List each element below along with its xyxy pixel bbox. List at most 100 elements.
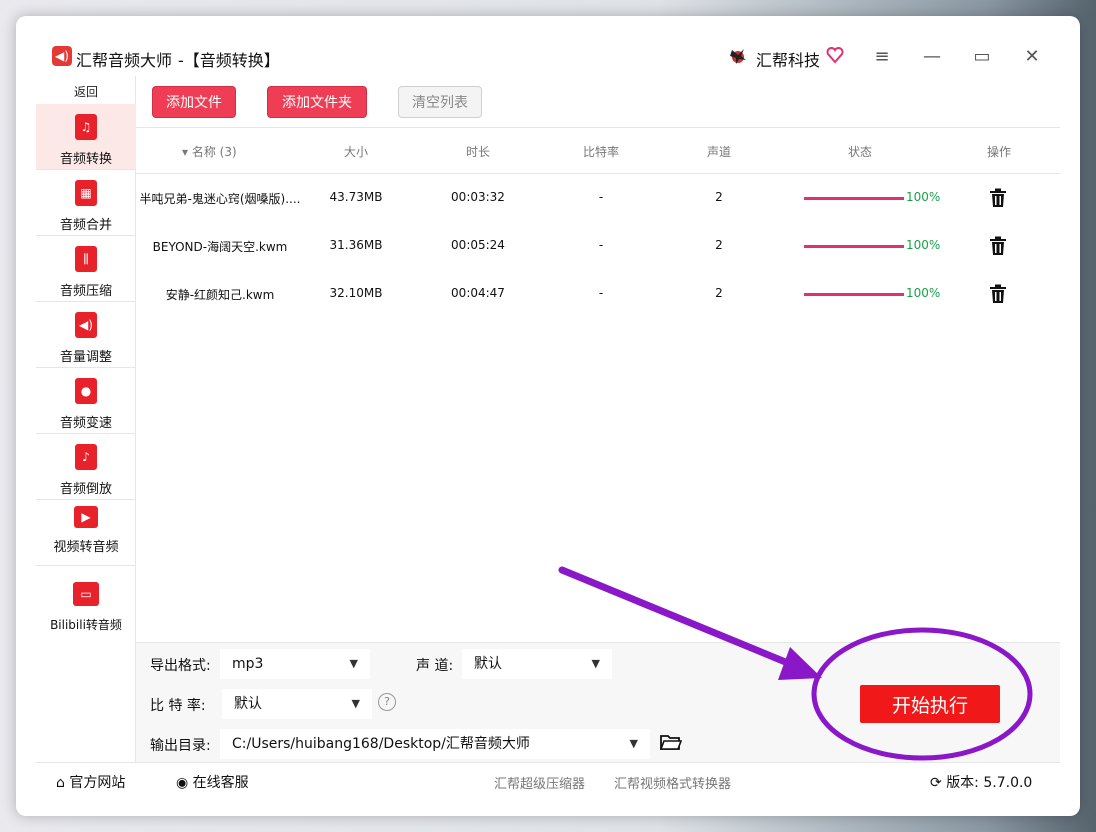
output-dir-select[interactable]: C:/Users/huibang168/Desktop/汇帮音频大师 ▼ — [220, 729, 650, 759]
sort-caret-icon: ▾ — [182, 145, 189, 159]
video-converter-link[interactable]: 汇帮视频格式转换器 — [614, 773, 731, 792]
user-icon: ◉ — [176, 775, 189, 791]
progress-text: 100% — [906, 238, 941, 252]
bitrate-select[interactable]: 默认 ▼ — [222, 689, 372, 719]
sidebar-item-label: 视频转音频 — [53, 540, 119, 555]
film-icon: ▶ — [74, 506, 98, 528]
minimize-button[interactable]: — — [920, 44, 944, 68]
sidebar-item-label: 音频合并 — [59, 218, 112, 233]
bitrate-value: 默认 — [234, 696, 262, 712]
table-row[interactable]: BEYOND-海阔天空.kwm 31.36MB 00:05:24 - 2 100… — [136, 222, 1060, 270]
progress-fill — [804, 293, 904, 296]
sidebar-item-label: 音频转换 — [59, 152, 112, 167]
file-duration: 00:04:47 — [451, 286, 505, 300]
website-link[interactable]: ⌂ 官方网站 — [56, 772, 125, 792]
progress-fill — [804, 245, 904, 248]
progress-fill — [804, 197, 904, 200]
close-button[interactable]: ✕ — [1020, 44, 1044, 68]
sidebar: 返回 ♫ 音频转换 ▦ 音频合并 ⫼ 音频压缩 ◀) 音量调整 ● 音频变速 ♪… — [36, 76, 136, 762]
table-row[interactable]: 半吨兄弟-鬼迷心窍(烟嗓版).... 43.73MB 00:03:32 - 2 … — [136, 174, 1060, 222]
file-duration: 00:03:32 — [451, 190, 505, 204]
help-icon[interactable]: ? — [378, 693, 396, 711]
page-subtitle: -【音频转换】 — [178, 51, 280, 70]
output-settings: 导出格式: mp3 ▼ 声 道: 默认 ▼ 比 特 率: 默认 ▼ ? 输出目录… — [136, 642, 1060, 762]
maximize-button[interactable]: ▭ — [970, 44, 994, 68]
sidebar-item-label: 音量调整 — [59, 350, 112, 365]
column-name-label: 名称 (3) — [191, 145, 237, 159]
trash-icon[interactable] — [989, 236, 1007, 256]
chevron-down-icon: ▼ — [591, 657, 600, 670]
format-select[interactable]: mp3 ▼ — [220, 649, 370, 679]
sidebar-item-audio-merge[interactable]: ▦ 音频合并 — [36, 170, 136, 236]
brand-logo-icon — [730, 49, 746, 64]
file-name: BEYOND-海阔天空.kwm — [152, 240, 288, 254]
refresh-icon: ⟳ — [930, 775, 942, 791]
folder-icon[interactable] — [660, 733, 682, 751]
sidebar-item-audio-convert[interactable]: ♫ 音频转换 — [36, 104, 136, 170]
back-link[interactable]: 返回 — [36, 80, 136, 104]
vip-heart-icon[interactable] — [826, 46, 844, 64]
title-bar: ◀) 汇帮音频大师 -【音频转换】 汇帮科技 ≡ — ▭ ✕ — [16, 16, 1080, 76]
column-actions: 操作 — [986, 145, 1011, 159]
microphone-icon: ● — [75, 378, 97, 404]
channel-label: 声 道: — [416, 658, 454, 674]
audio-convert-icon: ♫ — [75, 114, 97, 140]
trash-icon[interactable] — [989, 284, 1007, 304]
compressor-link[interactable]: 汇帮超级压缩器 — [494, 773, 585, 792]
support-link[interactable]: ◉ 在线客服 — [176, 772, 249, 792]
chevron-down-icon: ▼ — [349, 657, 358, 670]
sidebar-item-label: 音频变速 — [59, 416, 112, 431]
table-header: ▾ 名称 (3) 大小 时长 比特率 声道 状态 操作 — [136, 128, 1060, 174]
home-icon: ⌂ — [56, 775, 65, 791]
progress-text: 100% — [906, 190, 941, 204]
progress-text: 100% — [906, 286, 941, 300]
sidebar-item-bilibili[interactable]: ▭ Bilibili转音频 — [36, 566, 136, 646]
music-note-icon: ♪ — [75, 444, 97, 470]
sidebar-item-label: 音频压缩 — [59, 284, 112, 299]
sidebar-item-video-to-audio[interactable]: ▶ 视频转音频 — [36, 500, 136, 566]
bitrate-label: 比 特 率: — [150, 698, 206, 714]
output-dir-label: 输出目录: — [150, 738, 211, 754]
file-duration: 00:05:24 — [451, 238, 505, 252]
format-value: mp3 — [232, 656, 264, 672]
sidebar-item-audio-compress[interactable]: ⫼ 音频压缩 — [36, 236, 136, 302]
file-channels: 2 — [715, 190, 723, 204]
add-folder-button[interactable]: 添加文件夹 — [267, 86, 367, 118]
file-name: 半吨兄弟-鬼迷心窍(烟嗓版).... — [139, 192, 301, 206]
column-channels: 声道 — [706, 145, 731, 159]
file-bitrate: - — [598, 286, 604, 300]
start-button[interactable]: 开始执行 — [860, 685, 1000, 723]
file-bitrate: - — [598, 238, 604, 252]
brand-name: 汇帮科技 — [756, 51, 821, 70]
audio-compress-icon: ⫼ — [75, 246, 97, 272]
sidebar-item-speed[interactable]: ● 音频变速 — [36, 368, 136, 434]
column-duration: 时长 — [465, 145, 490, 159]
progress-bar — [804, 245, 904, 248]
sidebar-item-volume[interactable]: ◀) 音量调整 — [36, 302, 136, 368]
table-row[interactable]: 安静-红颜知己.kwm 32.10MB 00:04:47 - 2 100% — [136, 270, 1060, 318]
version-number: 5.7.0.0 — [983, 775, 1033, 791]
channel-select[interactable]: 默认 ▼ — [462, 649, 612, 679]
file-name: 安静-红颜知己.kwm — [165, 288, 275, 302]
footer: ⌂ 官方网站 ◉ 在线客服 汇帮超级压缩器 汇帮视频格式转换器 ⟳ 版本: 5.… — [36, 762, 1060, 796]
file-size: 32.10MB — [329, 286, 383, 300]
column-bitrate: 比特率 — [582, 145, 619, 159]
channel-value: 默认 — [474, 656, 502, 672]
app-window: ◀) 汇帮音频大师 -【音频转换】 汇帮科技 ≡ — ▭ ✕ 返回 ♫ 音频转换… — [16, 16, 1080, 816]
clear-list-button[interactable]: 清空列表 — [398, 86, 482, 118]
speaker-logo-icon: ◀) — [52, 46, 72, 66]
chevron-down-icon: ▼ — [629, 737, 638, 750]
file-size: 31.36MB — [329, 238, 383, 252]
output-dir-value: C:/Users/huibang168/Desktop/汇帮音频大师 — [232, 736, 530, 752]
column-name[interactable]: ▾ 名称 (3) — [182, 143, 252, 160]
support-label: 在线客服 — [192, 775, 249, 791]
menu-button[interactable]: ≡ — [870, 44, 894, 68]
trash-icon[interactable] — [989, 188, 1007, 208]
format-label: 导出格式: — [150, 658, 211, 674]
file-channels: 2 — [715, 286, 723, 300]
file-size: 43.73MB — [329, 190, 383, 204]
sidebar-item-reverse[interactable]: ♪ 音频倒放 — [36, 434, 136, 500]
tv-icon: ▭ — [73, 582, 99, 606]
add-file-button[interactable]: 添加文件 — [152, 86, 236, 118]
version-info[interactable]: ⟳ 版本: 5.7.0.0 — [930, 772, 1032, 792]
